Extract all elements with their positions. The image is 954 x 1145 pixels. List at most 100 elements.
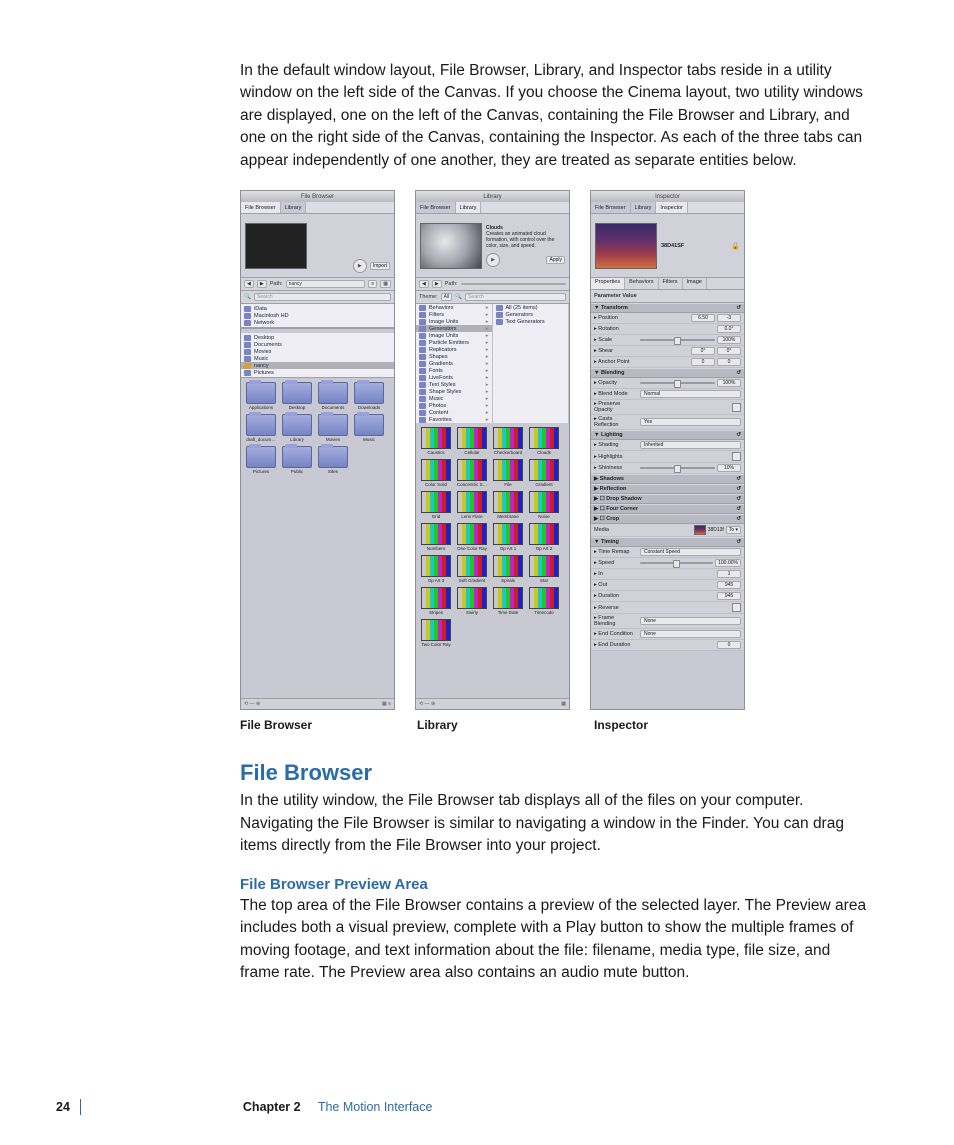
generator-thumb[interactable]: Clouds <box>528 427 560 455</box>
param-value[interactable]: 0.0° <box>717 325 741 333</box>
category-item[interactable]: Image Units▸ <box>416 318 492 325</box>
param-value[interactable]: 100% <box>717 336 741 344</box>
folder-item[interactable]: Library <box>281 414 313 442</box>
subtab-image[interactable]: Image <box>683 278 707 289</box>
play-icon[interactable]: ▶ <box>353 259 367 273</box>
param-group-header[interactable]: ▶ ☐ Drop Shadow↺ <box>591 494 744 504</box>
param-value[interactable]: 0 <box>717 358 741 366</box>
subtab-behaviors[interactable]: Behaviors <box>625 278 658 289</box>
generator-thumb[interactable]: Two Color Ray <box>420 619 452 647</box>
param-dropdown[interactable]: Constant Speed <box>640 548 741 556</box>
param-group-header[interactable]: ▼ Lighting↺ <box>591 430 744 440</box>
apply-button[interactable]: Apply <box>546 256 565 264</box>
generator-thumb[interactable]: Star <box>528 555 560 583</box>
param-dropdown[interactable]: Inherited <box>640 441 741 449</box>
param-value[interactable]: 0 <box>691 358 715 366</box>
folder-item[interactable]: Public <box>281 446 313 474</box>
folder-item[interactable]: Sites <box>317 446 349 474</box>
sidebar-item[interactable]: Network <box>241 319 394 326</box>
view-list-icon[interactable]: ≡ <box>368 280 377 288</box>
sidebar-item[interactable]: Desktop <box>241 334 394 341</box>
tab-file-browser[interactable]: File Browser <box>591 202 631 213</box>
generator-thumb[interactable]: Spirals <box>492 555 524 583</box>
sidebar-item[interactable]: Documents <box>241 341 394 348</box>
category-item[interactable]: Fonts▸ <box>416 367 492 374</box>
param-dropdown[interactable]: Normal <box>640 390 741 398</box>
param-value[interactable]: 100.00% <box>715 559 741 567</box>
param-value[interactable]: 10% <box>717 464 741 472</box>
generator-thumb[interactable]: Numbers <box>420 523 452 551</box>
reset-icon[interactable]: ↺ <box>736 539 741 545</box>
param-group-header[interactable]: ▶ Reflection↺ <box>591 484 744 494</box>
category-item[interactable]: LiveFonts▸ <box>416 374 492 381</box>
generator-thumb[interactable]: Soft Gradient <box>456 555 488 583</box>
reset-icon[interactable]: ↺ <box>736 496 741 502</box>
param-value[interactable]: 945 <box>717 581 741 589</box>
sidebar-item[interactable]: Movies <box>241 348 394 355</box>
search-input[interactable]: Search <box>465 293 566 301</box>
param-slider[interactable] <box>640 339 715 341</box>
param-group-header[interactable]: ▼ Transform↺ <box>591 303 744 313</box>
param-group-header[interactable]: ▼ Timing↺ <box>591 537 744 547</box>
category-item[interactable]: Generators▸ <box>416 325 492 332</box>
reset-icon[interactable]: ↺ <box>736 506 741 512</box>
lock-icon[interactable]: 🔒 <box>731 242 740 250</box>
reset-icon[interactable]: ↺ <box>736 432 741 438</box>
generator-thumb[interactable]: Timecode <box>528 587 560 615</box>
param-group-header[interactable]: ▼ Blending↺ <box>591 368 744 378</box>
param-checkbox[interactable] <box>732 452 741 461</box>
nav-fwd-icon[interactable]: ▶ <box>432 280 442 288</box>
folder-item[interactable]: Movies <box>317 414 349 442</box>
param-value[interactable]: -3 <box>717 314 741 322</box>
param-dropdown[interactable]: None <box>640 630 741 638</box>
category-item[interactable]: Shape Styles▸ <box>416 388 492 395</box>
folder-item[interactable]: Applications <box>245 382 277 410</box>
category-item[interactable]: Particle Emitters▸ <box>416 339 492 346</box>
sidebar-item[interactable]: Macintosh HD <box>241 312 394 319</box>
param-slider[interactable] <box>640 467 715 469</box>
param-group-header[interactable]: ▶ ☐ Four Corner↺ <box>591 504 744 514</box>
category-item[interactable]: Text Styles▸ <box>416 381 492 388</box>
subtab-properties[interactable]: Properties <box>591 278 625 289</box>
generator-thumb[interactable]: File <box>492 459 524 487</box>
generator-thumb[interactable]: Checkerboard <box>492 427 524 455</box>
generator-thumb[interactable]: Cellular <box>456 427 488 455</box>
param-group-header[interactable]: ▶ ☐ Crop↺ <box>591 514 744 524</box>
generator-thumb[interactable]: Gradient <box>528 459 560 487</box>
tab-file-browser[interactable]: File Browser <box>416 202 456 213</box>
category-item[interactable]: Image Units▸ <box>416 332 492 339</box>
sidebar-item[interactable]: Pictures <box>241 369 394 376</box>
category-item[interactable]: Favorites▸ <box>416 416 492 423</box>
reset-icon[interactable]: ↺ <box>736 476 741 482</box>
category-item[interactable]: Content▸ <box>416 409 492 416</box>
search-input[interactable]: Search <box>254 293 391 301</box>
play-icon[interactable]: ▶ <box>486 253 500 267</box>
folder-item[interactable]: Pictures <box>245 446 277 474</box>
generator-thumb[interactable]: Concentric S… <box>456 459 488 487</box>
param-checkbox[interactable] <box>732 403 741 412</box>
folder-item[interactable]: Documents <box>317 382 349 410</box>
generator-thumb[interactable]: Noise <box>528 491 560 519</box>
sidebar-item[interactable]: nancy <box>241 362 394 369</box>
subcategory-item[interactable]: All (25 items) <box>493 304 569 311</box>
param-value[interactable]: 0 <box>717 641 741 649</box>
generator-thumb[interactable]: Stripes <box>420 587 452 615</box>
sidebar-item[interactable]: Music <box>241 355 394 362</box>
param-value[interactable]: 6.50 <box>691 314 715 322</box>
folder-item[interactable]: Music <box>353 414 385 442</box>
param-dropdown[interactable]: None <box>640 617 741 625</box>
subcategory-item[interactable]: Generators <box>493 311 569 318</box>
nav-back-icon[interactable]: ◀ <box>419 280 429 288</box>
generator-thumb[interactable]: Op Art 3 <box>420 555 452 583</box>
param-slider[interactable] <box>640 562 713 564</box>
generator-thumb[interactable]: Op Art 1 <box>492 523 524 551</box>
generator-thumb[interactable]: Lens Flare <box>456 491 488 519</box>
path-dropdown[interactable] <box>461 283 566 285</box>
category-item[interactable]: Behaviors▸ <box>416 304 492 311</box>
category-item[interactable]: Music▸ <box>416 395 492 402</box>
reset-icon[interactable]: ↺ <box>736 370 741 376</box>
folder-item[interactable]: draft_docum… <box>245 414 277 442</box>
category-item[interactable]: Photos▸ <box>416 402 492 409</box>
tab-inspector[interactable]: Inspector <box>656 202 688 213</box>
generator-thumb[interactable]: Time Date <box>492 587 524 615</box>
